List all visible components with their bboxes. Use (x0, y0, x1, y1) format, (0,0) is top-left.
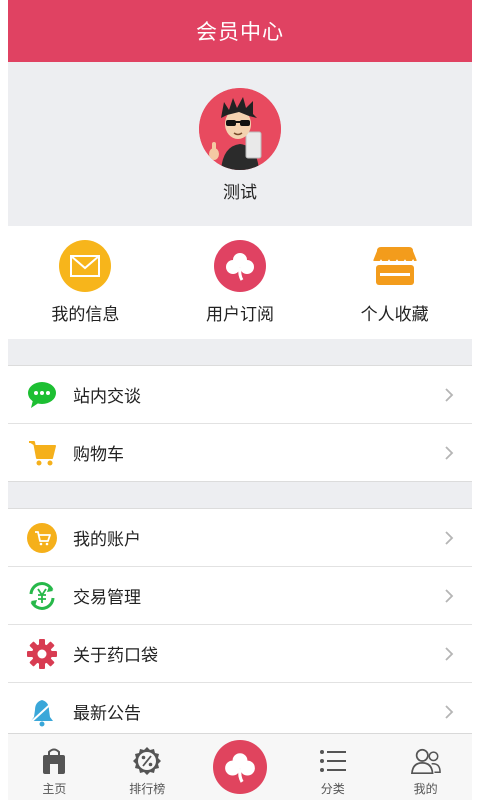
avatar[interactable] (199, 88, 281, 170)
menu-group-1: 站内交谈 购物车 (8, 365, 472, 482)
tab-center[interactable] (194, 734, 287, 800)
app-frame: 会员中心 测试 我的信息 用户订阅 个人收藏 站内交谈 购物车 我的账户 交易管… (8, 0, 472, 800)
quick-my-info-label: 我的信息 (51, 305, 120, 325)
menu-item-chat[interactable]: 站内交谈 (8, 366, 472, 423)
chevron-right-icon (445, 445, 454, 460)
tab-mine[interactable]: 我的 (379, 734, 472, 800)
menu-item-cart-label: 购物车 (73, 445, 124, 465)
menu-item-about-label: 关于药口袋 (73, 646, 158, 666)
home-bag-icon (39, 746, 69, 776)
chevron-right-icon (445, 387, 454, 402)
quick-user-subscription[interactable]: 用户订阅 (163, 226, 318, 339)
tab-mine-label: 我的 (413, 782, 438, 796)
menu-group-2: 我的账户 交易管理 关于药口袋 最新公告 (8, 508, 472, 741)
gear-icon (25, 637, 59, 671)
tab-category-label: 分类 (320, 782, 345, 796)
quick-my-info[interactable]: 我的信息 (8, 226, 163, 339)
menu-item-cart[interactable]: 购物车 (8, 423, 472, 481)
menu-item-my-account-label: 我的账户 (73, 530, 141, 550)
chevron-right-icon (445, 646, 454, 661)
store-icon (369, 240, 421, 292)
bottom-tab-bar: 主页 排行榜 分类 我的 (8, 733, 472, 800)
clover-icon (212, 740, 267, 794)
tab-ranking-label: 排行榜 (129, 782, 166, 796)
tab-home-label: 主页 (42, 782, 67, 796)
username: 测试 (223, 183, 257, 203)
clover-icon (214, 240, 266, 292)
menu-item-transactions[interactable]: 交易管理 (8, 566, 472, 624)
users-icon (410, 746, 441, 776)
menu-item-my-account[interactable]: 我的账户 (8, 509, 472, 566)
chevron-right-icon (445, 530, 454, 545)
quick-actions: 我的信息 用户订阅 个人收藏 (8, 226, 472, 339)
tab-ranking[interactable]: 排行榜 (101, 734, 194, 800)
yuan-exchange-icon (25, 579, 59, 613)
bell-icon (25, 695, 59, 729)
shopping-cart-icon (25, 436, 59, 470)
section-gap (8, 482, 472, 508)
profile-section: 测试 (8, 62, 472, 226)
chevron-right-icon (445, 704, 454, 719)
envelope-icon (59, 240, 112, 292)
chevron-right-icon (445, 588, 454, 603)
chat-bubble-icon (25, 378, 59, 412)
menu-item-chat-label: 站内交谈 (73, 387, 141, 407)
list-icon (318, 746, 348, 776)
menu-item-about[interactable]: 关于药口袋 (8, 624, 472, 682)
percent-badge-icon (132, 746, 162, 776)
quick-favorites-label: 个人收藏 (360, 305, 429, 325)
tab-home[interactable]: 主页 (8, 734, 101, 800)
page-title: 会员中心 (196, 20, 284, 44)
avatar-cartoon-icon (199, 88, 281, 170)
quick-user-subscription-label: 用户订阅 (206, 305, 274, 325)
quick-favorites[interactable]: 个人收藏 (317, 226, 472, 339)
menu-item-announcements-label: 最新公告 (73, 704, 141, 724)
account-cart-icon (25, 521, 59, 555)
section-gap (8, 339, 472, 365)
tab-category[interactable]: 分类 (286, 734, 379, 800)
menu-item-announcements[interactable]: 最新公告 (8, 682, 472, 740)
menu-item-transactions-label: 交易管理 (73, 588, 141, 608)
app-header: 会员中心 (8, 0, 472, 62)
